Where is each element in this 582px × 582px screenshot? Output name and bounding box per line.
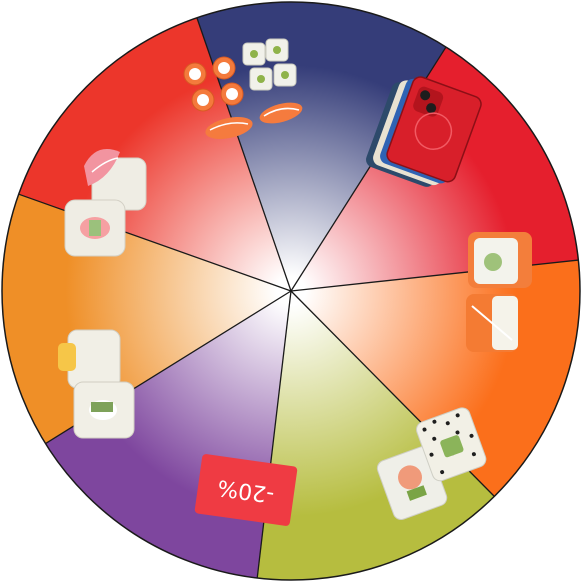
prize-wheel[interactable]: -20% (0, 0, 582, 582)
